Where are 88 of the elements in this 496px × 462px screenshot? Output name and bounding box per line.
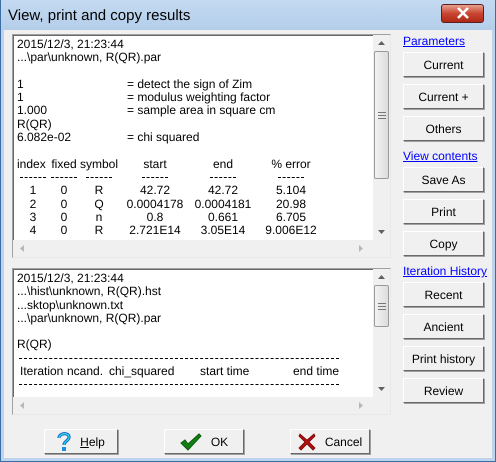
up-arrow-icon bbox=[378, 275, 385, 279]
table-cell-text: 0 bbox=[60, 210, 68, 224]
table-cell-text: 1 bbox=[28, 184, 38, 198]
setting-value: 1 bbox=[17, 78, 25, 92]
window-title: View, print and copy results bbox=[8, 6, 190, 24]
sidebar-button[interactable]: Recent bbox=[403, 282, 484, 307]
table-cell-text: 0 bbox=[60, 198, 68, 211]
sidebar-button[interactable]: Save As bbox=[403, 167, 484, 192]
sidebar-button[interactable]: Ancient bbox=[403, 314, 484, 339]
text-line: ...sktop\unknown.txt bbox=[17, 298, 124, 312]
column-header: end bbox=[212, 158, 234, 171]
sidebar-button[interactable]: Current bbox=[403, 52, 484, 77]
column-header: fixed bbox=[50, 158, 78, 171]
table-cell-text: 9.006E12 bbox=[264, 224, 318, 238]
setting-description: = detect the sign of Zim bbox=[127, 78, 252, 92]
down-arrow-icon bbox=[378, 387, 385, 391]
text-line: 2015/12/3, 21:23:44 bbox=[17, 38, 125, 52]
setting-value: 1 bbox=[17, 91, 25, 104]
table-cell-text: 2.721E14 bbox=[128, 224, 182, 238]
table-cell-text: Q bbox=[93, 198, 105, 211]
section-link[interactable]: Parameters bbox=[403, 35, 484, 47]
table-cell-text: R bbox=[94, 184, 104, 198]
table-cell-text: 42.72 bbox=[206, 184, 240, 198]
section-link[interactable]: View contents bbox=[403, 150, 484, 162]
table-cell-text: 0.0004178 bbox=[126, 198, 184, 211]
table-cell-text: 0.661 bbox=[206, 210, 240, 224]
table-cell-text: 0 bbox=[60, 224, 68, 238]
column-header: Iteration bbox=[20, 364, 64, 378]
text-line: ...\par\unknown, R(QR).par bbox=[17, 51, 162, 65]
history-text-box[interactable]: 2015/12/3, 21:23:44 ...\hist\unknown, R(QR).hst ...sktop\unknown.txt ...\par\unknown, R(QR).par R(QR) Iteration ncand. chi_squared start time end time bbox=[12, 268, 391, 415]
sidebar-button[interactable]: Current + bbox=[403, 84, 484, 109]
setting-value: 1.000 bbox=[17, 104, 48, 118]
column-header: start bbox=[142, 158, 168, 171]
vertical-scrollbar[interactable] bbox=[373, 269, 390, 397]
table-cell-text: 6.705 bbox=[274, 210, 308, 224]
sidebar-button[interactable]: Print bbox=[403, 199, 484, 224]
text-line: ...\hist\unknown, R(QR).hst bbox=[17, 285, 162, 299]
column-header: ncand. bbox=[67, 364, 104, 378]
column-header: % error bbox=[270, 158, 312, 171]
column-header: end time bbox=[293, 364, 340, 378]
down-arrow-icon bbox=[378, 230, 385, 234]
model-name: R(QR) bbox=[17, 338, 53, 352]
horizontal-scrollbar[interactable] bbox=[13, 397, 390, 414]
table-cell-text: n bbox=[96, 210, 102, 224]
scroll-thumb[interactable] bbox=[374, 285, 389, 327]
setting-description: = modulus weighting factor bbox=[127, 91, 270, 104]
left-arrow-icon bbox=[20, 402, 24, 409]
column-header: chi_squared bbox=[109, 364, 174, 378]
table-cell-text: 3.05E14 bbox=[200, 224, 246, 238]
question-mark-icon bbox=[57, 432, 72, 452]
up-arrow-icon bbox=[378, 41, 385, 45]
setting-description: = sample area in square cm bbox=[127, 104, 276, 118]
sidebar-button[interactable]: Copy bbox=[403, 231, 484, 256]
close-icon bbox=[456, 7, 470, 19]
column-header: index bbox=[17, 158, 47, 171]
table-cell-text: R bbox=[94, 224, 104, 238]
fit-description: = chi squared bbox=[127, 131, 200, 144]
table-cell-text: 5.104 bbox=[274, 184, 308, 198]
table-cell-text: 0.8 bbox=[146, 210, 164, 224]
table-cell-text: 42.72 bbox=[138, 184, 172, 198]
ok-button[interactable]: OK bbox=[164, 429, 244, 454]
right-arrow-icon bbox=[359, 402, 363, 409]
cancel-button[interactable]: Cancel bbox=[290, 429, 370, 454]
text-line: 2015/12/3, 21:23:44 bbox=[17, 272, 125, 286]
help-button[interactable]: Help bbox=[44, 429, 118, 454]
sidebar-button[interactable]: Others bbox=[403, 116, 484, 141]
column-header: symbol bbox=[79, 158, 119, 171]
model-name: R(QR) bbox=[17, 118, 53, 132]
scroll-thumb[interactable] bbox=[374, 51, 389, 179]
table-cell-text: 0.0004181 bbox=[194, 198, 252, 211]
text-line: ...\par\unknown, R(QR).par bbox=[17, 312, 162, 326]
column-header: start time bbox=[200, 364, 250, 378]
table-cell-text: 4 bbox=[28, 224, 38, 238]
sidebar-button[interactable]: Review bbox=[403, 378, 484, 403]
results-text-box[interactable] bbox=[12, 34, 391, 258]
vertical-scrollbar[interactable] bbox=[373, 35, 390, 240]
table-cell-text: 20.98 bbox=[274, 198, 308, 211]
close-button[interactable] bbox=[441, 4, 484, 22]
horizontal-scrollbar[interactable] bbox=[13, 240, 390, 257]
fit-value: 6.082e-02 bbox=[17, 131, 72, 144]
cross-icon bbox=[298, 432, 316, 450]
left-arrow-icon bbox=[20, 245, 24, 252]
table-cell-text: 0 bbox=[60, 184, 68, 198]
table-cell-text: 2 bbox=[28, 198, 38, 211]
right-arrow-icon bbox=[359, 245, 363, 252]
table-cell-text: 3 bbox=[28, 210, 38, 224]
check-mark-icon bbox=[180, 432, 202, 450]
sidebar-button[interactable]: Print history bbox=[403, 346, 484, 371]
